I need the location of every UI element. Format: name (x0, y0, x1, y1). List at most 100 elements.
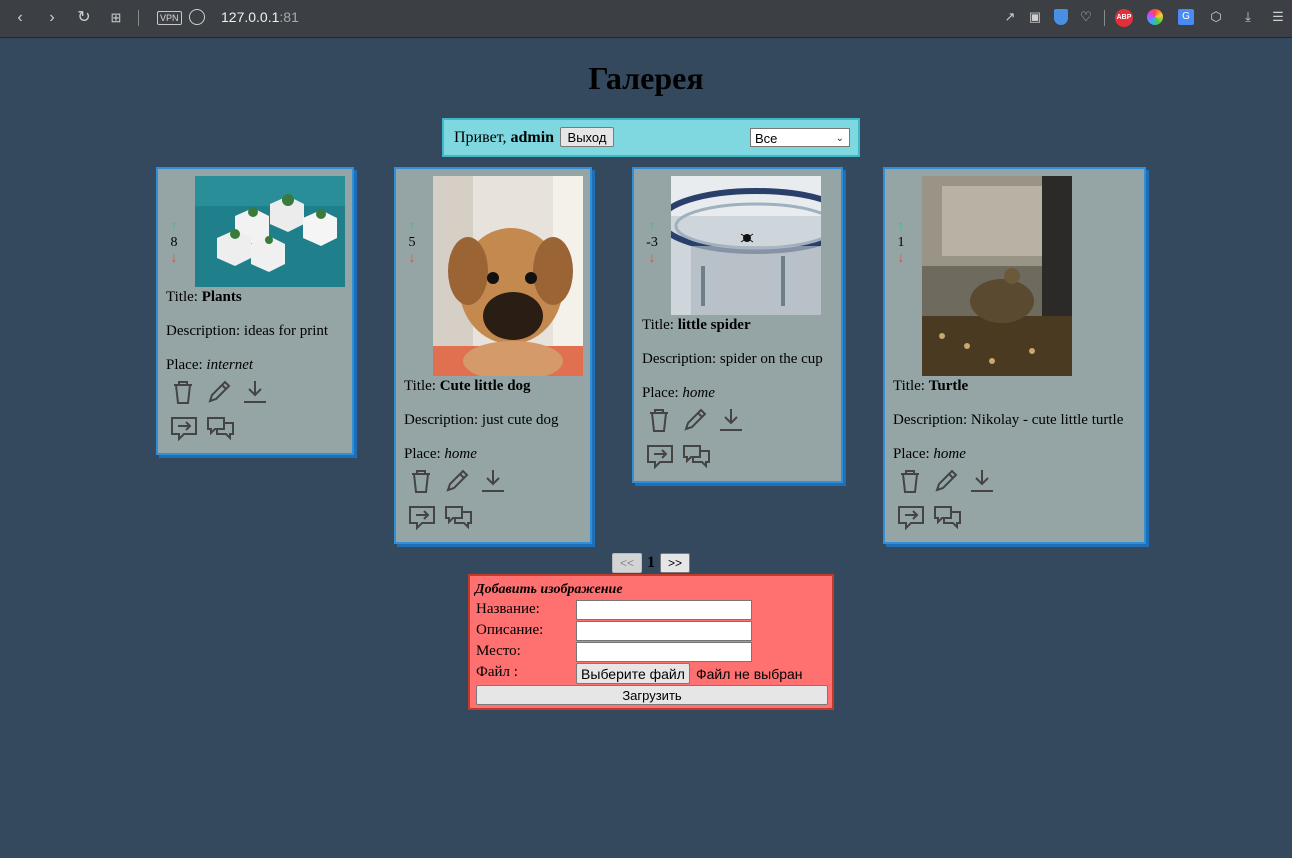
translate-icon[interactable]: G (1178, 9, 1194, 25)
rating-value: 8 (170, 235, 178, 250)
spider-photo[interactable] (671, 176, 821, 315)
url-port: :81 (279, 9, 299, 25)
card-title: Title: Cute little dog (404, 378, 589, 412)
upvote-arrow-icon[interactable]: ↑ (405, 219, 419, 235)
share-icon[interactable]: ↗ (1002, 9, 1018, 25)
place-label: Place: (642, 385, 679, 401)
edit-pencil-icon[interactable] (444, 468, 470, 494)
divider (138, 10, 139, 26)
download-icon[interactable] (480, 468, 506, 494)
edit-pencil-icon[interactable] (682, 407, 708, 433)
name-input[interactable] (576, 600, 752, 620)
comments-icon[interactable] (206, 415, 236, 441)
tabs-grid-icon[interactable]: ⊞ (106, 8, 126, 28)
place-value: internet (206, 357, 254, 373)
vote-widget: ↑ 8 ↓ (167, 219, 181, 267)
adblock-icon[interactable]: ABP (1115, 9, 1133, 27)
downvote-arrow-icon[interactable]: ↓ (167, 251, 181, 267)
trash-icon[interactable] (646, 407, 672, 433)
download-icon[interactable] (718, 407, 744, 433)
description-label: Description: (166, 323, 241, 339)
description-value: just cute dog (481, 412, 559, 428)
downvote-arrow-icon[interactable]: ↓ (894, 251, 908, 267)
title-value: Cute little dog (439, 378, 531, 394)
prev-page-button[interactable]: << (612, 553, 642, 573)
edit-pencil-icon[interactable] (933, 468, 959, 494)
gallery-card: ↑ -3 ↓ Title: little spider Description:… (632, 167, 843, 483)
plants-photo[interactable] (195, 176, 345, 287)
trash-icon[interactable] (897, 468, 923, 494)
download-icon[interactable]: ⤓ (1240, 9, 1256, 25)
current-page: 1 (647, 554, 655, 571)
vpn-badge[interactable]: VPN (157, 11, 182, 25)
place-label: Place: (893, 446, 930, 462)
description-value: spider on the cup (719, 351, 823, 367)
heart-icon[interactable]: ♡ (1078, 9, 1094, 25)
dog-image (433, 176, 583, 376)
comment-arrow-icon[interactable] (646, 443, 674, 469)
download-icon[interactable] (969, 468, 995, 494)
globe-icon (189, 9, 205, 25)
download-icon[interactable] (242, 379, 268, 405)
upvote-arrow-icon[interactable]: ↑ (643, 219, 661, 235)
comment-arrow-icon[interactable] (408, 504, 436, 530)
title-value: little spider (677, 317, 751, 333)
reload-icon[interactable]: ↻ (74, 8, 94, 28)
card-title: Title: Turtle (893, 378, 1145, 412)
color-picker-icon[interactable] (1147, 9, 1163, 25)
card-description: Description: just cute dog (404, 412, 589, 446)
divider (1104, 10, 1105, 26)
comments-icon[interactable] (444, 504, 474, 530)
card-info: Title: Turtle Description: Nikolay - cut… (893, 378, 1145, 480)
page-title: Галерея (588, 60, 704, 96)
upload-form: Добавить изображение Название: Описание:… (468, 574, 834, 710)
rating-value: 1 (897, 235, 905, 250)
logout-button[interactable]: Выход (560, 127, 614, 147)
filter-value: Все (755, 131, 778, 146)
card-info: Title: little spider Description: spider… (642, 317, 842, 419)
forward-icon[interactable]: › (42, 8, 62, 28)
url-host: 127.0.0.1 (221, 9, 280, 25)
turtle-photo[interactable] (922, 176, 1072, 376)
place-label: Place: (166, 357, 203, 373)
cube-icon[interactable]: ⬡ (1208, 9, 1224, 25)
card-info: Title: Plants Description: ideas for pri… (166, 289, 351, 391)
dog-photo[interactable] (433, 176, 583, 376)
back-icon[interactable]: ‹ (10, 8, 30, 28)
upvote-arrow-icon[interactable]: ↑ (894, 219, 908, 235)
title-label: Title: (642, 317, 674, 333)
vote-widget: ↑ -3 ↓ (643, 219, 661, 267)
place-value: home (682, 385, 715, 401)
chevron-down-icon: ⌄ (835, 133, 844, 144)
description-label: Description: (642, 351, 717, 367)
upvote-arrow-icon[interactable]: ↑ (167, 219, 181, 235)
comments-icon[interactable] (933, 504, 963, 530)
comments-icon[interactable] (682, 443, 712, 469)
vote-widget: ↑ 5 ↓ (405, 219, 419, 267)
rating-value: -3 (646, 235, 658, 250)
camera-icon[interactable]: ▣ (1027, 9, 1043, 25)
address-bar[interactable]: 127.0.0.1:81 (221, 9, 299, 25)
downvote-arrow-icon[interactable]: ↓ (643, 251, 661, 267)
comment-arrow-icon[interactable] (170, 415, 198, 441)
shield-icon[interactable] (1054, 9, 1068, 25)
description-label: Description: (893, 412, 968, 428)
description-input[interactable] (576, 621, 752, 641)
gallery-card: ↑ 5 ↓ Title: Cute little dog Description… (394, 167, 592, 544)
menu-icon[interactable]: ☰ (1270, 9, 1286, 25)
trash-icon[interactable] (170, 379, 196, 405)
name-label: Название: (476, 601, 540, 617)
vote-widget: ↑ 1 ↓ (894, 219, 908, 267)
file-label: Файл : (476, 664, 518, 680)
choose-file-button[interactable]: Выберите файл (576, 663, 690, 684)
filter-select[interactable]: Все ⌄ (750, 128, 850, 147)
next-page-button[interactable]: >> (660, 553, 690, 573)
title-value: Plants (201, 289, 242, 305)
place-input[interactable] (576, 642, 752, 662)
title-label: Title: (166, 289, 198, 305)
upload-submit-button[interactable]: Загрузить (476, 685, 828, 705)
edit-pencil-icon[interactable] (206, 379, 232, 405)
comment-arrow-icon[interactable] (897, 504, 925, 530)
trash-icon[interactable] (408, 468, 434, 494)
downvote-arrow-icon[interactable]: ↓ (405, 251, 419, 267)
